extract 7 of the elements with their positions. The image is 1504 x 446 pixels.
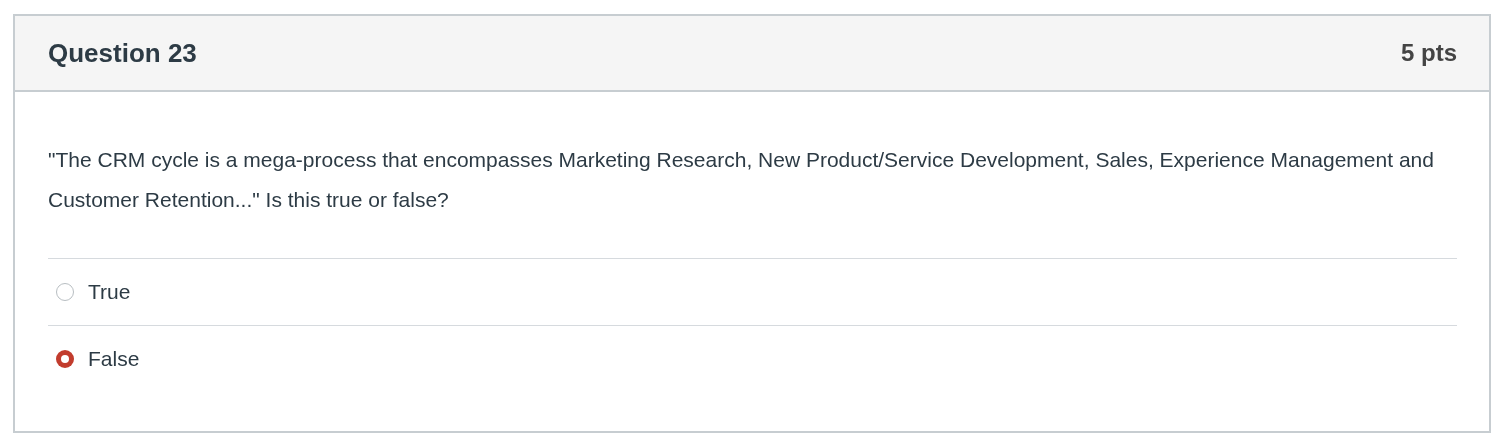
answer-label[interactable]: False <box>88 347 140 371</box>
question-text: "The CRM cycle is a mega-process that encompasses Marketing Research, New Product/Service Development, Sales, Experience Management and Customer Retention..." Is this true or false? <box>48 147 1435 213</box>
answer-label[interactable]: True <box>88 280 131 304</box>
question-title: Question 23 <box>48 37 197 69</box>
radio-button[interactable] <box>56 350 74 368</box>
radio-button[interactable] <box>56 283 74 301</box>
points-label: 5 pts <box>1401 39 1457 67</box>
